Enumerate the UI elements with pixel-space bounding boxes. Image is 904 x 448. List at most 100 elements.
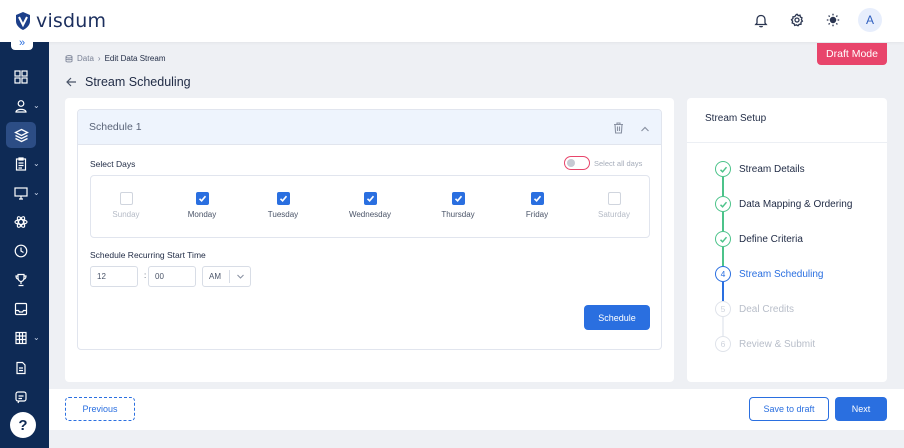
day-checkbox[interactable] — [195, 192, 209, 205]
step-stream-scheduling[interactable]: 4 Stream Scheduling — [715, 266, 824, 282]
check-icon — [715, 161, 731, 177]
checkmark-icon — [198, 195, 206, 202]
day-option-monday[interactable]: Monday — [167, 192, 237, 219]
chevron-down-icon: ⌄ — [33, 101, 40, 110]
table-icon — [15, 331, 27, 345]
day-label: Thursday — [441, 210, 475, 219]
gear-icon[interactable] — [786, 9, 808, 31]
chevron-down-icon: ⌄ — [33, 333, 40, 342]
day-option-wednesday[interactable]: Wednesday — [335, 192, 405, 219]
bell-icon[interactable] — [750, 9, 772, 31]
sidebar-item-leaderboard[interactable] — [6, 267, 36, 293]
day-label: Sunday — [112, 210, 140, 219]
breadcrumb: Data › Edit Data Stream — [65, 54, 166, 63]
ampm-value: AM — [209, 272, 221, 281]
day-option-sunday[interactable]: Sunday — [91, 192, 161, 219]
step-connector — [722, 282, 724, 301]
select-days-label: Select Days — [90, 159, 136, 169]
select-all-toggle-wrap: Select all days — [564, 156, 642, 170]
previous-button[interactable]: Previous — [65, 397, 135, 421]
select-all-toggle[interactable] — [564, 156, 590, 170]
checkmark-icon — [279, 195, 287, 202]
sidebar: » ⌄ ⌄ ⌄ ⌄ ? — [0, 36, 49, 448]
footer-bar: Previous Save to draft Next — [49, 389, 904, 430]
sidebar-item-support[interactable] — [6, 384, 36, 410]
checkmark-icon — [454, 195, 462, 202]
next-button[interactable]: Next — [835, 397, 887, 421]
chevron-up-icon[interactable] — [640, 121, 650, 139]
sidebar-item-inbox[interactable] — [6, 296, 36, 322]
step-connector — [722, 177, 724, 196]
start-time-label: Schedule Recurring Start Time — [90, 250, 206, 260]
schedule-header[interactable]: Schedule 1 — [78, 110, 661, 145]
chevron-down-icon — [230, 272, 250, 281]
step-stream-details[interactable]: Stream Details — [715, 161, 805, 177]
top-icons: A — [750, 8, 882, 32]
minute-input[interactable]: 00 — [148, 266, 196, 287]
day-option-friday[interactable]: Friday — [502, 192, 572, 219]
step-connector — [722, 317, 724, 336]
schedule-button[interactable]: Schedule — [584, 305, 650, 330]
day-label: Tuesday — [267, 210, 299, 219]
breadcrumb-current: Edit Data Stream — [104, 54, 166, 63]
day-label: Monday — [187, 210, 217, 219]
shield-logo-icon — [16, 12, 30, 30]
sidebar-item-users[interactable] — [6, 93, 36, 119]
day-option-thursday[interactable]: Thursday — [423, 192, 493, 219]
save-draft-button[interactable]: Save to draft — [749, 397, 829, 421]
sidebar-item-plans[interactable] — [6, 151, 36, 177]
sidebar-item-monitor[interactable] — [6, 180, 36, 206]
step-label: Deal Credits — [739, 303, 795, 315]
layers-icon — [13, 128, 29, 142]
step-connector — [722, 212, 724, 231]
help-button[interactable]: ? — [10, 412, 36, 438]
stream-setup-title: Stream Setup — [705, 113, 767, 124]
breadcrumb-root[interactable]: Data — [77, 54, 94, 63]
step-number: 6 — [715, 336, 731, 352]
check-icon — [715, 196, 731, 212]
avatar[interactable]: A — [858, 8, 882, 32]
day-checkbox[interactable] — [607, 192, 621, 205]
sidebar-item-documents[interactable] — [6, 355, 36, 381]
logo[interactable]: visdum — [14, 10, 106, 32]
day-checkbox[interactable] — [119, 192, 133, 205]
time-separator: : — [144, 271, 147, 280]
sidebar-item-dashboard[interactable] — [6, 64, 36, 90]
day-label: Saturday — [597, 210, 631, 219]
trash-icon[interactable] — [613, 121, 624, 139]
day-checkbox[interactable] — [276, 192, 290, 205]
day-option-tuesday[interactable]: Tuesday — [248, 192, 318, 219]
ampm-select[interactable]: AM — [202, 266, 251, 287]
day-checkbox[interactable] — [451, 192, 465, 205]
breadcrumb-separator-icon: › — [97, 54, 101, 63]
step-label: Review & Submit — [739, 338, 816, 350]
user-icon — [15, 100, 27, 113]
day-option-saturday[interactable]: Saturday — [579, 192, 649, 219]
divider — [687, 142, 887, 143]
check-icon — [715, 231, 731, 247]
sidebar-item-data[interactable] — [6, 122, 36, 148]
sidebar-item-history[interactable] — [6, 238, 36, 264]
day-checkbox[interactable] — [530, 192, 544, 205]
step-label: Stream Details — [739, 163, 805, 175]
sun-icon[interactable] — [822, 9, 844, 31]
step-label: Define Criteria — [739, 233, 803, 245]
chevron-down-icon: ⌄ — [33, 188, 40, 197]
checkmark-icon — [533, 195, 541, 202]
chevron-down-icon: ⌄ — [33, 159, 40, 168]
day-checkbox[interactable] — [363, 192, 377, 205]
step-number: 5 — [715, 301, 731, 317]
step-data-mapping-ordering[interactable]: Data Mapping & Ordering — [715, 196, 852, 212]
monitor-icon — [14, 187, 28, 200]
step-define-criteria[interactable]: Define Criteria — [715, 231, 803, 247]
page-title-text: Stream Scheduling — [85, 75, 191, 89]
inbox-icon — [14, 302, 28, 316]
sidebar-expand-button[interactable]: » — [11, 36, 33, 50]
sidebar-item-network[interactable] — [6, 209, 36, 235]
top-bar: visdum A — [0, 0, 904, 42]
document-icon — [16, 361, 26, 375]
sidebar-item-reports[interactable] — [6, 325, 36, 351]
back-arrow-icon[interactable] — [66, 77, 77, 87]
logo-text: visdum — [36, 10, 107, 32]
hour-input[interactable]: 12 — [90, 266, 138, 287]
